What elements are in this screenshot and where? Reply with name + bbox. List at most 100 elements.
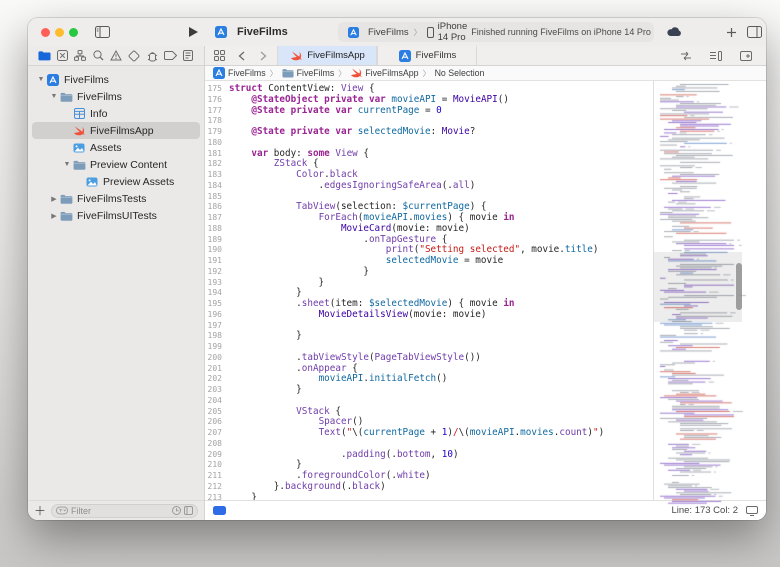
navigator-folder-icon[interactable]	[36, 48, 52, 64]
line-number: 193	[205, 278, 229, 289]
line-col-indicator: Line: 173 Col: 2	[671, 505, 738, 516]
tree-item-preview-assets[interactable]: Preview Assets	[32, 173, 200, 190]
editor-tab-fivefilmsapp[interactable]: FiveFilmsApp	[277, 46, 377, 65]
navigator-filter-bar: ＋ Filter	[28, 500, 204, 520]
scheme-project[interactable]: FiveFilms	[368, 27, 409, 38]
disclosure-triangle[interactable]: ▼	[62, 161, 72, 168]
swift-icon	[289, 50, 303, 62]
minimap[interactable]	[653, 81, 766, 500]
breadcrumb-item[interactable]: FiveFilms	[213, 67, 266, 79]
xcode-cloud-icon[interactable]	[664, 23, 684, 41]
breadcrumb-item[interactable]: FiveFilms	[282, 67, 335, 79]
code-line-198[interactable]: 198 }	[205, 331, 653, 342]
title-bar: FiveFilms FiveFilms 〉 iPhone 14 Pro Fini…	[28, 18, 766, 46]
code-line-213[interactable]: 213 }	[205, 493, 653, 501]
folder-icon	[59, 210, 73, 222]
recent-files-icon[interactable]	[172, 506, 181, 515]
disclosure-triangle[interactable]: ▼	[49, 93, 59, 100]
display-settings-icon[interactable]	[746, 506, 758, 516]
tests-icon[interactable]	[126, 48, 142, 64]
chevron-separator: 〉	[270, 68, 278, 79]
source-control-status-icon[interactable]	[184, 506, 193, 515]
scheme-app-icon	[346, 26, 360, 38]
disclosure-triangle[interactable]: ▶	[49, 212, 59, 220]
tree-item-label: FiveFilmsUITests	[77, 210, 157, 222]
tree-item-preview-content[interactable]: ▼Preview Content	[32, 156, 200, 173]
line-number: 202	[205, 374, 229, 385]
line-number: 181	[205, 149, 229, 160]
toggle-inspector-icon[interactable]	[744, 23, 764, 41]
breakpoints-icon[interactable]	[162, 48, 178, 64]
line-number: 176	[205, 95, 229, 106]
filter-funnel-icon	[56, 506, 68, 515]
disclosure-triangle[interactable]: ▶	[49, 195, 59, 203]
breadcrumb-item[interactable]: No Selection	[435, 68, 485, 78]
main-content: ▼FiveFilms▼FiveFilmsInfoFiveFilmsAppAsse…	[28, 66, 766, 520]
line-number: 207	[205, 428, 229, 439]
file-tree: ▼FiveFilms▼FiveFilms Info FiveFilmsApp Asse…	[28, 66, 204, 500]
app-icon	[214, 26, 228, 38]
line-number: 200	[205, 353, 229, 364]
debug-icon[interactable]	[144, 48, 160, 64]
related-items-icon[interactable]	[209, 47, 229, 65]
tree-item-label: Info	[90, 108, 108, 120]
code-line-212[interactable]: 212 }.background(.black)	[205, 482, 653, 493]
source-control-icon[interactable]	[54, 48, 70, 64]
line-number: 197	[205, 321, 229, 332]
breakpoints-toggle-icon[interactable]	[213, 506, 226, 515]
adjust-editor-icon[interactable]	[706, 47, 726, 65]
code-line-196[interactable]: 196 MovieDetailsView(movie: movie)	[205, 310, 653, 321]
run-button[interactable]	[183, 23, 203, 41]
activity-status: Finished running FiveFilms on iPhone 14 …	[471, 27, 651, 37]
code-line-203[interactable]: 203 }	[205, 385, 653, 396]
assets-icon	[72, 142, 86, 154]
folder-icon	[59, 91, 73, 103]
source-editor[interactable]: 175struct ContentView: View {176 @StateO…	[205, 81, 653, 500]
close-window-button[interactable]	[41, 28, 50, 37]
line-number: 211	[205, 471, 229, 482]
disclosure-triangle[interactable]: ▼	[36, 76, 46, 83]
filter-placeholder: Filter	[71, 506, 169, 516]
tree-item-label: Preview Assets	[103, 176, 174, 188]
filter-field[interactable]: Filter	[51, 504, 198, 518]
go-forward-icon[interactable]	[253, 47, 273, 65]
tree-item-info[interactable]: Info	[32, 105, 200, 122]
toggle-navigator-icon[interactable]	[92, 23, 112, 41]
tree-item-fivefilms[interactable]: ▼FiveFilms	[32, 88, 200, 105]
code-line-207[interactable]: 207 Text("\(currentPage + 1)/\(movieAPI.…	[205, 428, 653, 439]
line-number: 195	[205, 299, 229, 310]
tree-item-label: FiveFilmsApp	[90, 125, 154, 137]
line-number: 213	[205, 493, 229, 501]
code-line-179[interactable]: 179 @State private var selectedMovie: Mo…	[205, 127, 653, 138]
go-back-icon[interactable]	[231, 47, 251, 65]
minimize-window-button[interactable]	[55, 28, 64, 37]
library-plus-button[interactable]	[721, 23, 741, 41]
code-line-184[interactable]: 184 .edgesIgnoringSafeArea(.all)	[205, 181, 653, 192]
line-number: 208	[205, 439, 229, 450]
zoom-window-button[interactable]	[69, 28, 78, 37]
code-review-icon[interactable]	[676, 47, 696, 65]
scrollbar-thumb[interactable]	[736, 263, 742, 310]
add-editor-icon[interactable]	[736, 47, 756, 65]
editor-tab-fivefilms[interactable]: FiveFilms	[377, 46, 477, 65]
reports-icon[interactable]	[180, 48, 196, 64]
tree-item-assets[interactable]: Assets	[32, 139, 200, 156]
scheme-status-pill[interactable]: FiveFilms 〉 iPhone 14 Pro Finished runni…	[338, 22, 654, 42]
issues-icon[interactable]	[108, 48, 124, 64]
line-number: 186	[205, 202, 229, 213]
breadcrumb-item[interactable]: FiveFilmsApp	[350, 67, 418, 79]
line-number: 179	[205, 127, 229, 138]
line-number: 189	[205, 235, 229, 246]
line-number: 203	[205, 385, 229, 396]
tree-item-fivefilmsuitests[interactable]: ▶ FiveFilmsUITests	[32, 207, 200, 224]
add-file-button[interactable]: ＋	[34, 506, 46, 516]
tree-item-fivefilmstests[interactable]: ▶FiveFilmsTests	[32, 190, 200, 207]
line-number: 194	[205, 288, 229, 299]
tree-item-fivefilms[interactable]: ▼FiveFilms	[32, 71, 200, 88]
code-line-177[interactable]: 177 @State private var currentPage = 0	[205, 106, 653, 117]
line-number: 184	[205, 181, 229, 192]
scheme-device[interactable]: iPhone 14 Pro	[438, 21, 468, 43]
search-icon[interactable]	[90, 48, 106, 64]
tree-item-fivefilmsapp[interactable]: FiveFilmsApp	[32, 122, 200, 139]
symbols-icon[interactable]	[72, 48, 88, 64]
